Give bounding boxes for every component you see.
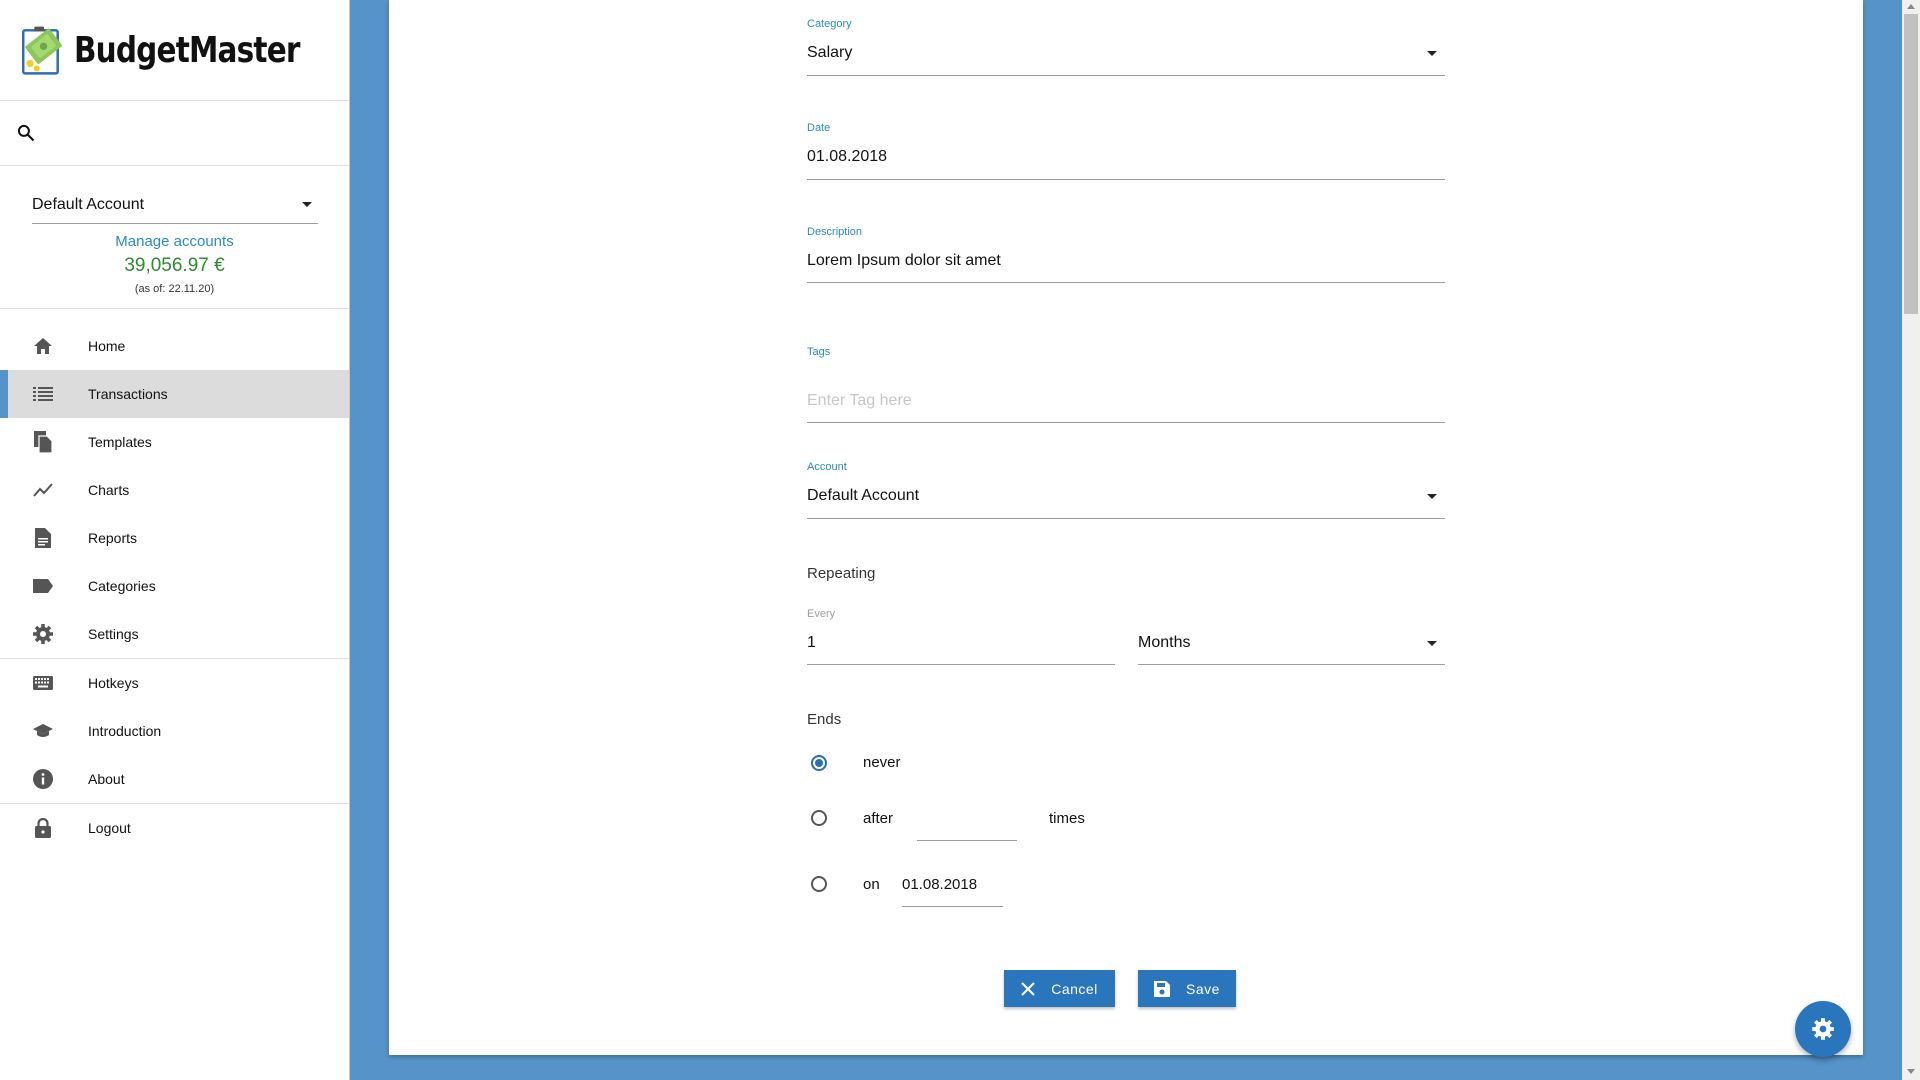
account-select-form[interactable]: Account Default Account: [807, 461, 1445, 519]
ends-after-radio[interactable]: [811, 810, 827, 826]
sidebar-item-categories[interactable]: Categories: [0, 562, 349, 610]
sidebar-item-hotkeys[interactable]: Hotkeys: [0, 659, 349, 707]
label-icon: [32, 575, 54, 597]
graduation-cap-icon: [32, 720, 54, 742]
sidebar-item-label: Home: [88, 338, 126, 354]
keyboard-icon: [32, 672, 54, 694]
balance-as-of: (as of: 22.11.20): [134, 283, 215, 295]
repeat-every-field[interactable]: Every 1: [807, 608, 1115, 666]
tags-field[interactable]: Tags Enter Tag here: [807, 346, 1445, 424]
chevron-down-icon: [1427, 641, 1437, 646]
ends-after-label: after: [863, 810, 894, 827]
tags-label: Tags: [807, 346, 831, 358]
description-field[interactable]: Description Lorem Ipsum dolor sit amet: [807, 226, 1445, 284]
sidebar-item-label: Transactions: [88, 386, 168, 402]
ends-never-radio[interactable]: [811, 755, 827, 771]
sidebar-item-label: Logout: [88, 820, 131, 836]
sidebar-item-label: Reports: [88, 530, 138, 546]
chevron-down-icon: [302, 202, 312, 207]
sidebar-item-templates[interactable]: Templates: [0, 418, 349, 466]
account-balance: 39,056.97 €: [124, 255, 225, 276]
sidebar-item-label: Charts: [88, 482, 130, 498]
repeat-unit-value: Months: [1138, 634, 1191, 651]
ends-never-label: never: [863, 754, 901, 771]
file-copy-icon: [32, 431, 54, 453]
description-label: Description: [807, 226, 863, 238]
ends-after-times-input[interactable]: [917, 840, 1017, 841]
tags-placeholder: Enter Tag here: [807, 392, 912, 409]
gear-icon: [1812, 1018, 1834, 1040]
scroll-down-icon[interactable]: [1907, 1069, 1915, 1074]
category-value: Salary: [807, 44, 853, 61]
scroll-up-icon[interactable]: [1907, 4, 1915, 9]
sidebar-item-logout[interactable]: Logout: [0, 804, 349, 852]
account-area: Default Account Manage accounts 39,056.9…: [0, 166, 349, 309]
sidebar-item-charts[interactable]: Charts: [0, 466, 349, 514]
category-label: Category: [807, 18, 852, 30]
ends-on-radio[interactable]: [811, 876, 827, 892]
chevron-down-icon: [1427, 51, 1437, 56]
logo-area: BudgetMaster: [0, 0, 349, 101]
settings-fab-button[interactable]: [1795, 1001, 1851, 1057]
repeating-title: Repeating: [807, 565, 876, 582]
repeat-unit-select[interactable]: Months: [1138, 608, 1445, 666]
ends-on-date[interactable]: 01.08.2018: [902, 876, 977, 893]
sidebar: BudgetMaster Default Account Manage acco…: [0, 0, 350, 1080]
search-area: [0, 101, 349, 166]
page-scrollbar[interactable]: [1902, 0, 1920, 1080]
sidebar-item-transactions[interactable]: Transactions: [0, 370, 349, 418]
ends-on-label: on: [863, 876, 880, 893]
cancel-label: Cancel: [1051, 980, 1098, 997]
sidebar-item-label: Categories: [88, 578, 156, 594]
gear-icon: [32, 623, 54, 645]
sidebar-item-settings[interactable]: Settings: [0, 610, 349, 658]
lock-icon: [32, 817, 54, 839]
sidebar-item-label: About: [88, 771, 125, 787]
save-button[interactable]: Save: [1138, 970, 1236, 1007]
ends-times-label: times: [1049, 810, 1085, 827]
save-icon: [1154, 980, 1171, 997]
budgetmaster-logo-icon: [22, 26, 62, 75]
ends-title: Ends: [807, 711, 842, 728]
sidebar-item-label: Templates: [88, 434, 152, 450]
manage-accounts-link[interactable]: Manage accounts: [0, 233, 349, 250]
transaction-form-panel: Category Salary Date 01.08.2018 Descript…: [389, 0, 1863, 1055]
info-icon: [32, 768, 54, 790]
date-label: Date: [807, 122, 831, 134]
every-value: 1: [807, 634, 816, 651]
date-value: 01.08.2018: [807, 148, 888, 165]
description-value: Lorem Ipsum dolor sit amet: [807, 252, 1001, 269]
account-value: Default Account: [807, 487, 920, 504]
category-select[interactable]: Category Salary: [807, 18, 1445, 76]
sidebar-item-introduction[interactable]: Introduction: [0, 707, 349, 755]
every-label: Every: [807, 608, 836, 620]
sidebar-item-about[interactable]: About: [0, 755, 349, 803]
sidebar-item-label: Settings: [88, 626, 139, 642]
chart-line-icon: [32, 479, 54, 501]
scrollbar-thumb[interactable]: [1904, 14, 1918, 314]
home-icon: [32, 335, 54, 357]
chevron-down-icon: [1427, 494, 1437, 499]
account-select[interactable]: Default Account: [32, 186, 318, 224]
search-icon[interactable]: [16, 123, 36, 143]
app-name: BudgetMaster: [73, 29, 300, 71]
sidebar-item-home[interactable]: Home: [0, 322, 349, 370]
date-field[interactable]: Date 01.08.2018: [807, 122, 1445, 180]
sidebar-item-label: Hotkeys: [88, 675, 139, 691]
save-label: Save: [1186, 980, 1220, 997]
sidebar-item-label: Introduction: [88, 723, 162, 739]
list-icon: [32, 383, 54, 405]
account-label: Account: [807, 461, 847, 473]
close-icon: [1021, 981, 1035, 996]
account-select-value: Default Account: [32, 195, 145, 213]
sidebar-item-reports[interactable]: Reports: [0, 514, 349, 562]
document-icon: [32, 527, 54, 549]
cancel-button[interactable]: Cancel: [1004, 970, 1115, 1007]
